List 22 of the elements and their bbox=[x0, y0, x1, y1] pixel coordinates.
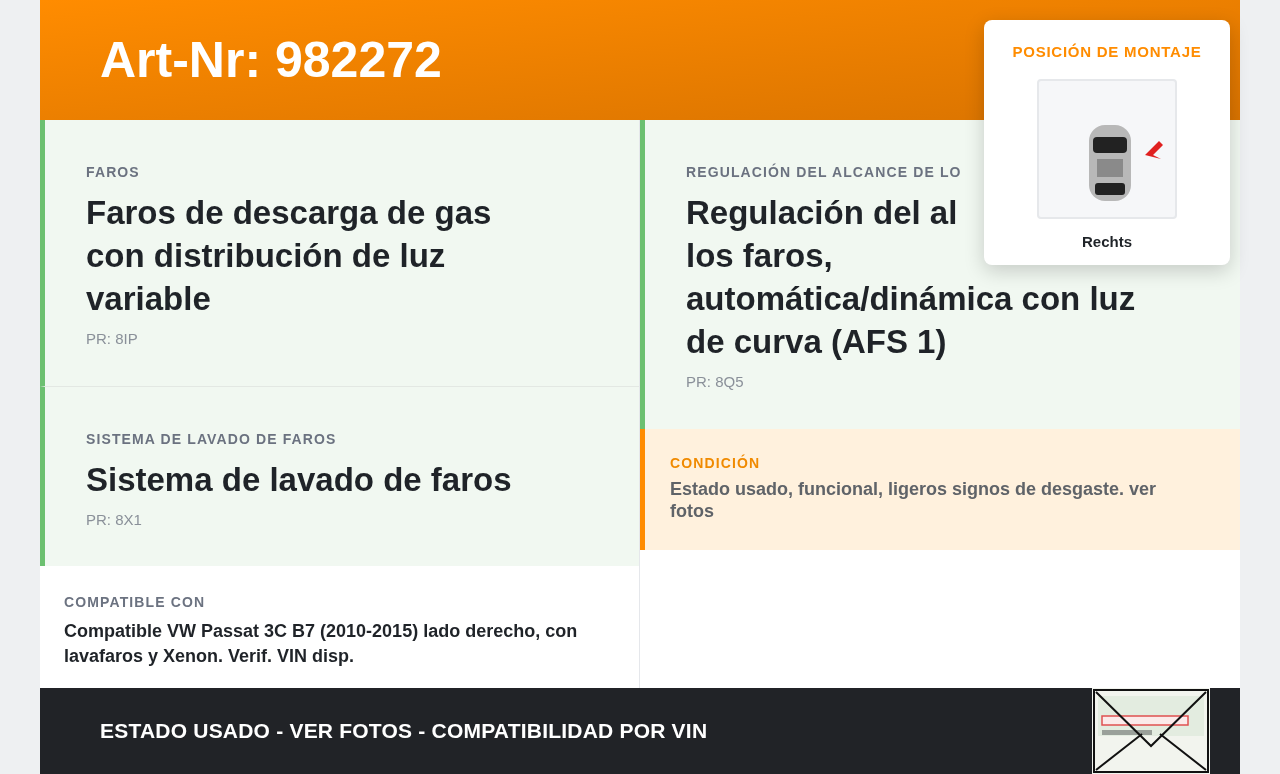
feature-label: FAROS bbox=[86, 163, 141, 182]
feature-title-line: variable bbox=[86, 279, 211, 319]
feature-label: REGULACIÓN DEL ALCANCE DE LO bbox=[686, 162, 963, 182]
feature-label: SISTEMA DE LAVADO DE FAROS bbox=[86, 430, 338, 449]
footer-text: ESTADO USADO - VER FOTOS - COMPATIBILIDAD POR VIN bbox=[100, 718, 708, 745]
article-number: Art-Nr: 982272 bbox=[100, 30, 442, 90]
compatible-text: Compatible VW Passat 3C B7 (2010-2015) lado derecho, con lavafaros y Xenon. Verif. VIN disp. bbox=[64, 620, 579, 668]
feature-title-line: de curva (AFS 1) bbox=[686, 322, 947, 362]
condition-text: Estado usado, funcional, ligeros signos de desgaste. ver fotos bbox=[670, 478, 1158, 522]
compatible-label: COMPATIBLE CON bbox=[64, 593, 207, 612]
condition-label: CONDICIÓN bbox=[670, 453, 762, 473]
feature-title-line: automática/dinámica con luz bbox=[686, 279, 1136, 319]
pr-code: PR: 8IP bbox=[86, 329, 139, 349]
mounting-side: Rechts bbox=[1082, 231, 1132, 252]
pr-code: PR: 8Q5 bbox=[686, 372, 745, 392]
feature-title-line: Regulación del al bbox=[686, 193, 958, 233]
feature-title-line: los faros, bbox=[686, 236, 833, 276]
feature-title-line: Faros de descarga de gas bbox=[86, 193, 492, 233]
mounting-title: POSICIÓN DE MONTAJE bbox=[1012, 42, 1202, 62]
pr-code: PR: 8X1 bbox=[86, 510, 143, 530]
feature-title-line: con distribución de luz bbox=[86, 236, 446, 276]
feature-title-line: Sistema de lavado de faros bbox=[86, 460, 512, 500]
